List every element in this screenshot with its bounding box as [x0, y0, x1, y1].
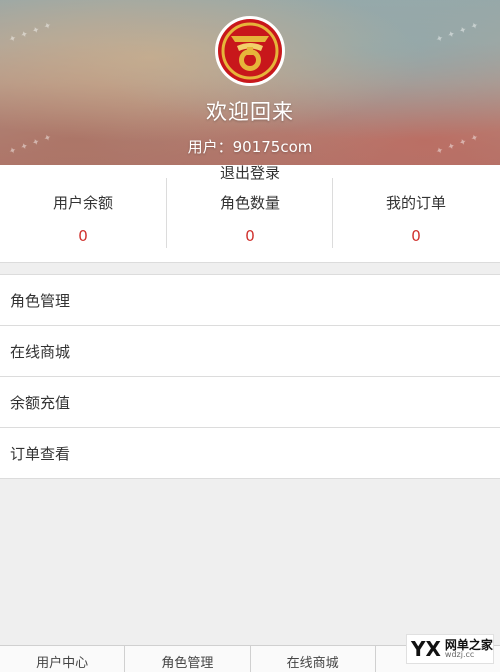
stat-value: 0: [78, 227, 88, 245]
watermark-text: ✦ ✦ ✦ ✦: [7, 20, 55, 46]
stat-label: 我的订单: [385, 194, 446, 212]
menu-item-role-management[interactable]: 角色管理: [0, 275, 500, 326]
stat-balance[interactable]: 用户余额 0: [0, 165, 166, 263]
stat-value: 0: [245, 227, 255, 245]
site-watermark-badge: YX 网单之家 wdzj.cc: [406, 634, 494, 664]
menu-list: 角色管理 在线商城 余额充值 订单查看: [0, 274, 500, 479]
watermark-url: wdzj.cc: [444, 650, 475, 660]
nav-item-role-management[interactable]: 角色管理: [125, 646, 251, 672]
nav-item-user-center[interactable]: 用户中心: [0, 646, 126, 672]
game-logo-icon: [218, 19, 282, 83]
menu-item-online-store[interactable]: 在线商城: [0, 326, 500, 377]
watermark-logo-icon: YX: [411, 637, 441, 661]
profile-header: ✦ ✦ ✦ ✦ ✦ ✦ ✦ ✦ ✦ ✦ ✦ ✦ ✦ ✦ ✦ ✦ 欢迎回来 用户：…: [0, 0, 500, 165]
stat-label: 用户余额: [52, 194, 113, 212]
stat-label: 角色数量: [219, 194, 280, 212]
nav-item-online-store[interactable]: 在线商城: [251, 646, 376, 672]
avatar[interactable]: [215, 16, 285, 86]
menu-item-balance-recharge[interactable]: 余额充值: [0, 377, 500, 428]
stat-orders[interactable]: 我的订单 0: [333, 165, 499, 263]
stat-value: 0: [411, 227, 421, 245]
stats-panel: 退出登录 用户余额 0 角色数量 0 我的订单 0: [0, 164, 500, 263]
welcome-title: 欢迎回来: [206, 100, 294, 124]
watermark-text: ✦ ✦ ✦ ✦: [434, 20, 482, 46]
stat-role-count[interactable]: 角色数量 0: [167, 165, 333, 263]
menu-item-order-view[interactable]: 订单查看: [0, 428, 500, 479]
username-text: 用户：90175com: [187, 138, 313, 156]
